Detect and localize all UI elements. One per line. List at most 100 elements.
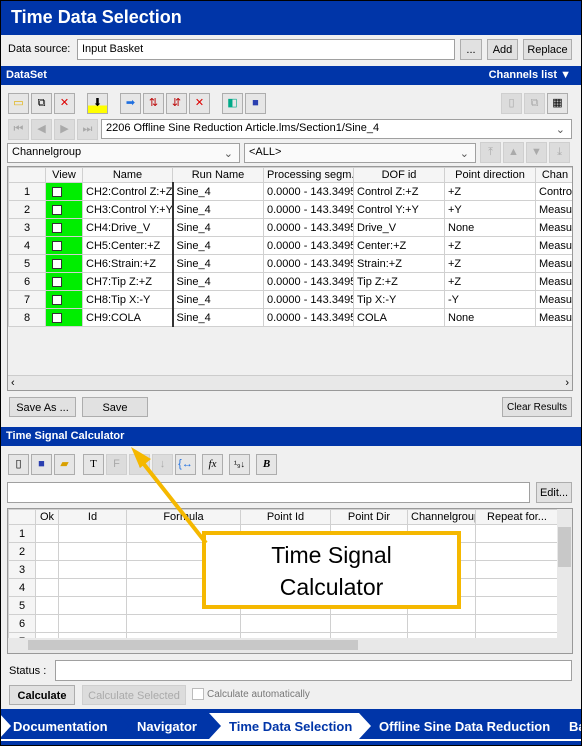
- column-header[interactable]: Point direction: [444, 167, 536, 183]
- view-cell[interactable]: [45, 218, 83, 237]
- column-header[interactable]: Chan: [535, 167, 572, 183]
- table-row[interactable]: 7 CH8:Tip X:-YSine_40.0000 - 143.3495 sTi…: [8, 290, 572, 309]
- move-top-icon[interactable]: ⤒: [480, 142, 501, 163]
- grid-cell[interactable]: [35, 614, 59, 633]
- scroll-thumb[interactable]: [28, 640, 358, 650]
- column-header[interactable]: Channelgroup: [407, 509, 476, 525]
- function-icon[interactable]: F: [106, 454, 127, 475]
- open-folder-icon[interactable]: ▭: [8, 93, 29, 114]
- signal-add-icon[interactable]: ⇅: [143, 93, 164, 114]
- table-row[interactable]: 3 CH4:Drive_VSine_40.0000 - 143.3495 sDri…: [8, 218, 572, 237]
- table-row[interactable]: 6 CH7:Tip Z:+ZSine_40.0000 - 143.3495 sTi…: [8, 272, 572, 291]
- grid-cell[interactable]: [475, 596, 559, 615]
- column-header[interactable]: Point Id: [240, 509, 331, 525]
- view-cell[interactable]: [45, 182, 83, 201]
- signal-remove-icon[interactable]: ✕: [189, 93, 210, 114]
- arrow-right-icon[interactable]: ➡: [120, 93, 141, 114]
- save-button[interactable]: Save: [82, 397, 148, 417]
- scroll-thumb[interactable]: [558, 527, 571, 567]
- column-header[interactable]: View: [45, 167, 83, 183]
- grid-cell[interactable]: [475, 542, 559, 561]
- grid-row[interactable]: 6: [8, 614, 559, 633]
- table-row[interactable]: 8 CH9:COLASine_40.0000 - 143.3495 sCOLANo…: [8, 308, 572, 327]
- view-cell[interactable]: [45, 290, 83, 309]
- browse-button[interactable]: ...: [460, 39, 482, 60]
- next-icon[interactable]: ▶: [54, 119, 75, 140]
- table-row[interactable]: 1 CH2:Control Z:+Z Sine_4 0.0000 - 143.3495…: [8, 182, 572, 201]
- move-up-icon[interactable]: ↑: [129, 454, 150, 475]
- column-header[interactable]: Processing segm...: [263, 167, 354, 183]
- save-icon[interactable]: ■: [245, 93, 266, 114]
- move-down-icon[interactable]: ↓: [152, 454, 173, 475]
- formula-input[interactable]: [7, 482, 530, 503]
- grid-cell[interactable]: [35, 578, 59, 597]
- grid-cell[interactable]: [58, 524, 127, 543]
- data-source-input[interactable]: Input Basket: [77, 39, 455, 60]
- grid-cell[interactable]: [58, 578, 127, 597]
- bold-b-icon[interactable]: B: [256, 454, 277, 475]
- workflow-step[interactable]: Time Data Selection: [209, 713, 373, 739]
- remove-icon[interactable]: ✕: [54, 93, 75, 114]
- view-checkbox[interactable]: [52, 240, 62, 251]
- last-icon[interactable]: ⏭: [77, 119, 98, 140]
- column-header[interactable]: Repeat for...: [475, 509, 559, 525]
- horizontal-scrollbar[interactable]: [8, 638, 572, 653]
- grid-icon[interactable]: ▦: [547, 93, 568, 114]
- move-bottom-icon[interactable]: ⤓: [549, 142, 570, 163]
- workflow-step[interactable]: Documentation: [1, 713, 131, 739]
- new-document-icon[interactable]: ▯: [8, 454, 29, 475]
- view-checkbox[interactable]: [52, 258, 62, 269]
- grid-cell[interactable]: [330, 614, 408, 633]
- table-row[interactable]: 4 CH5:Center:+ZSine_40.0000 - 143.3495 sC…: [8, 236, 572, 255]
- grid-cell[interactable]: [475, 578, 559, 597]
- open-folder-icon[interactable]: ▰: [54, 454, 75, 475]
- document-icon[interactable]: ▯: [501, 93, 522, 114]
- grid-cell[interactable]: [58, 614, 127, 633]
- calculate-selected-button[interactable]: Calculate Selected: [82, 685, 186, 705]
- workflow-step[interactable]: Offline Sine Data Reduction: [359, 713, 563, 739]
- column-header[interactable]: Run Name: [172, 167, 264, 183]
- add-button[interactable]: Add: [487, 39, 518, 60]
- table-row[interactable]: 5 CH6:Strain:+ZSine_40.0000 - 143.3495 sS…: [8, 254, 572, 273]
- windows-icon[interactable]: ⧉: [31, 93, 52, 114]
- save-icon[interactable]: ■: [31, 454, 52, 475]
- vertical-scrollbar[interactable]: [557, 509, 572, 639]
- horizontal-scrollbar[interactable]: ‹ ›: [8, 375, 572, 390]
- save-as-button[interactable]: Save As ...: [9, 397, 76, 417]
- view-checkbox[interactable]: [52, 276, 62, 287]
- calculate-button[interactable]: Calculate: [9, 685, 75, 705]
- filter-select[interactable]: <ALL> ⌄: [244, 143, 476, 163]
- path-select[interactable]: 2206 Offline Sine Reduction Article.lms/…: [101, 119, 572, 139]
- table-row[interactable]: 2 CH3:Control Y:+Y Sine_4 0.0000 - 143.3495…: [8, 200, 572, 219]
- view-checkbox[interactable]: [52, 186, 62, 197]
- grid-cell[interactable]: [58, 542, 127, 561]
- grid-cell[interactable]: [58, 560, 127, 579]
- calculate-automatically-checkbox[interactable]: [192, 688, 204, 700]
- grid-cell[interactable]: [35, 560, 59, 579]
- load-icon[interactable]: ⬇: [87, 93, 108, 114]
- view-cell[interactable]: [45, 200, 83, 219]
- grid-cell[interactable]: [58, 596, 127, 615]
- view-checkbox[interactable]: [52, 312, 62, 323]
- grid-cell[interactable]: [35, 542, 59, 561]
- grid-cell[interactable]: [475, 560, 559, 579]
- workflow-step[interactable]: Navigator: [117, 713, 223, 739]
- view-checkbox[interactable]: [52, 294, 62, 305]
- grid-cell[interactable]: [240, 614, 331, 633]
- column-header[interactable]: DOF id: [353, 167, 445, 183]
- column-header[interactable]: [8, 167, 46, 183]
- column-header[interactable]: Ok: [35, 509, 59, 525]
- copy-icon[interactable]: ⧉: [524, 93, 545, 114]
- first-icon[interactable]: ⏮: [8, 119, 29, 140]
- export-icon[interactable]: ◧: [222, 93, 243, 114]
- grid-cell[interactable]: [35, 524, 59, 543]
- brackets-icon[interactable]: {↔: [175, 454, 196, 475]
- channelgroup-select[interactable]: Channelgroup ⌄: [7, 143, 240, 163]
- scroll-right-icon[interactable]: ›: [565, 377, 569, 389]
- grid-cell[interactable]: [35, 596, 59, 615]
- scroll-left-icon[interactable]: ‹: [11, 377, 15, 389]
- insert-function-icon[interactable]: T: [83, 454, 104, 475]
- replace-button[interactable]: Replace: [523, 39, 572, 60]
- grid-cell[interactable]: [475, 524, 559, 543]
- view-checkbox[interactable]: [52, 204, 62, 215]
